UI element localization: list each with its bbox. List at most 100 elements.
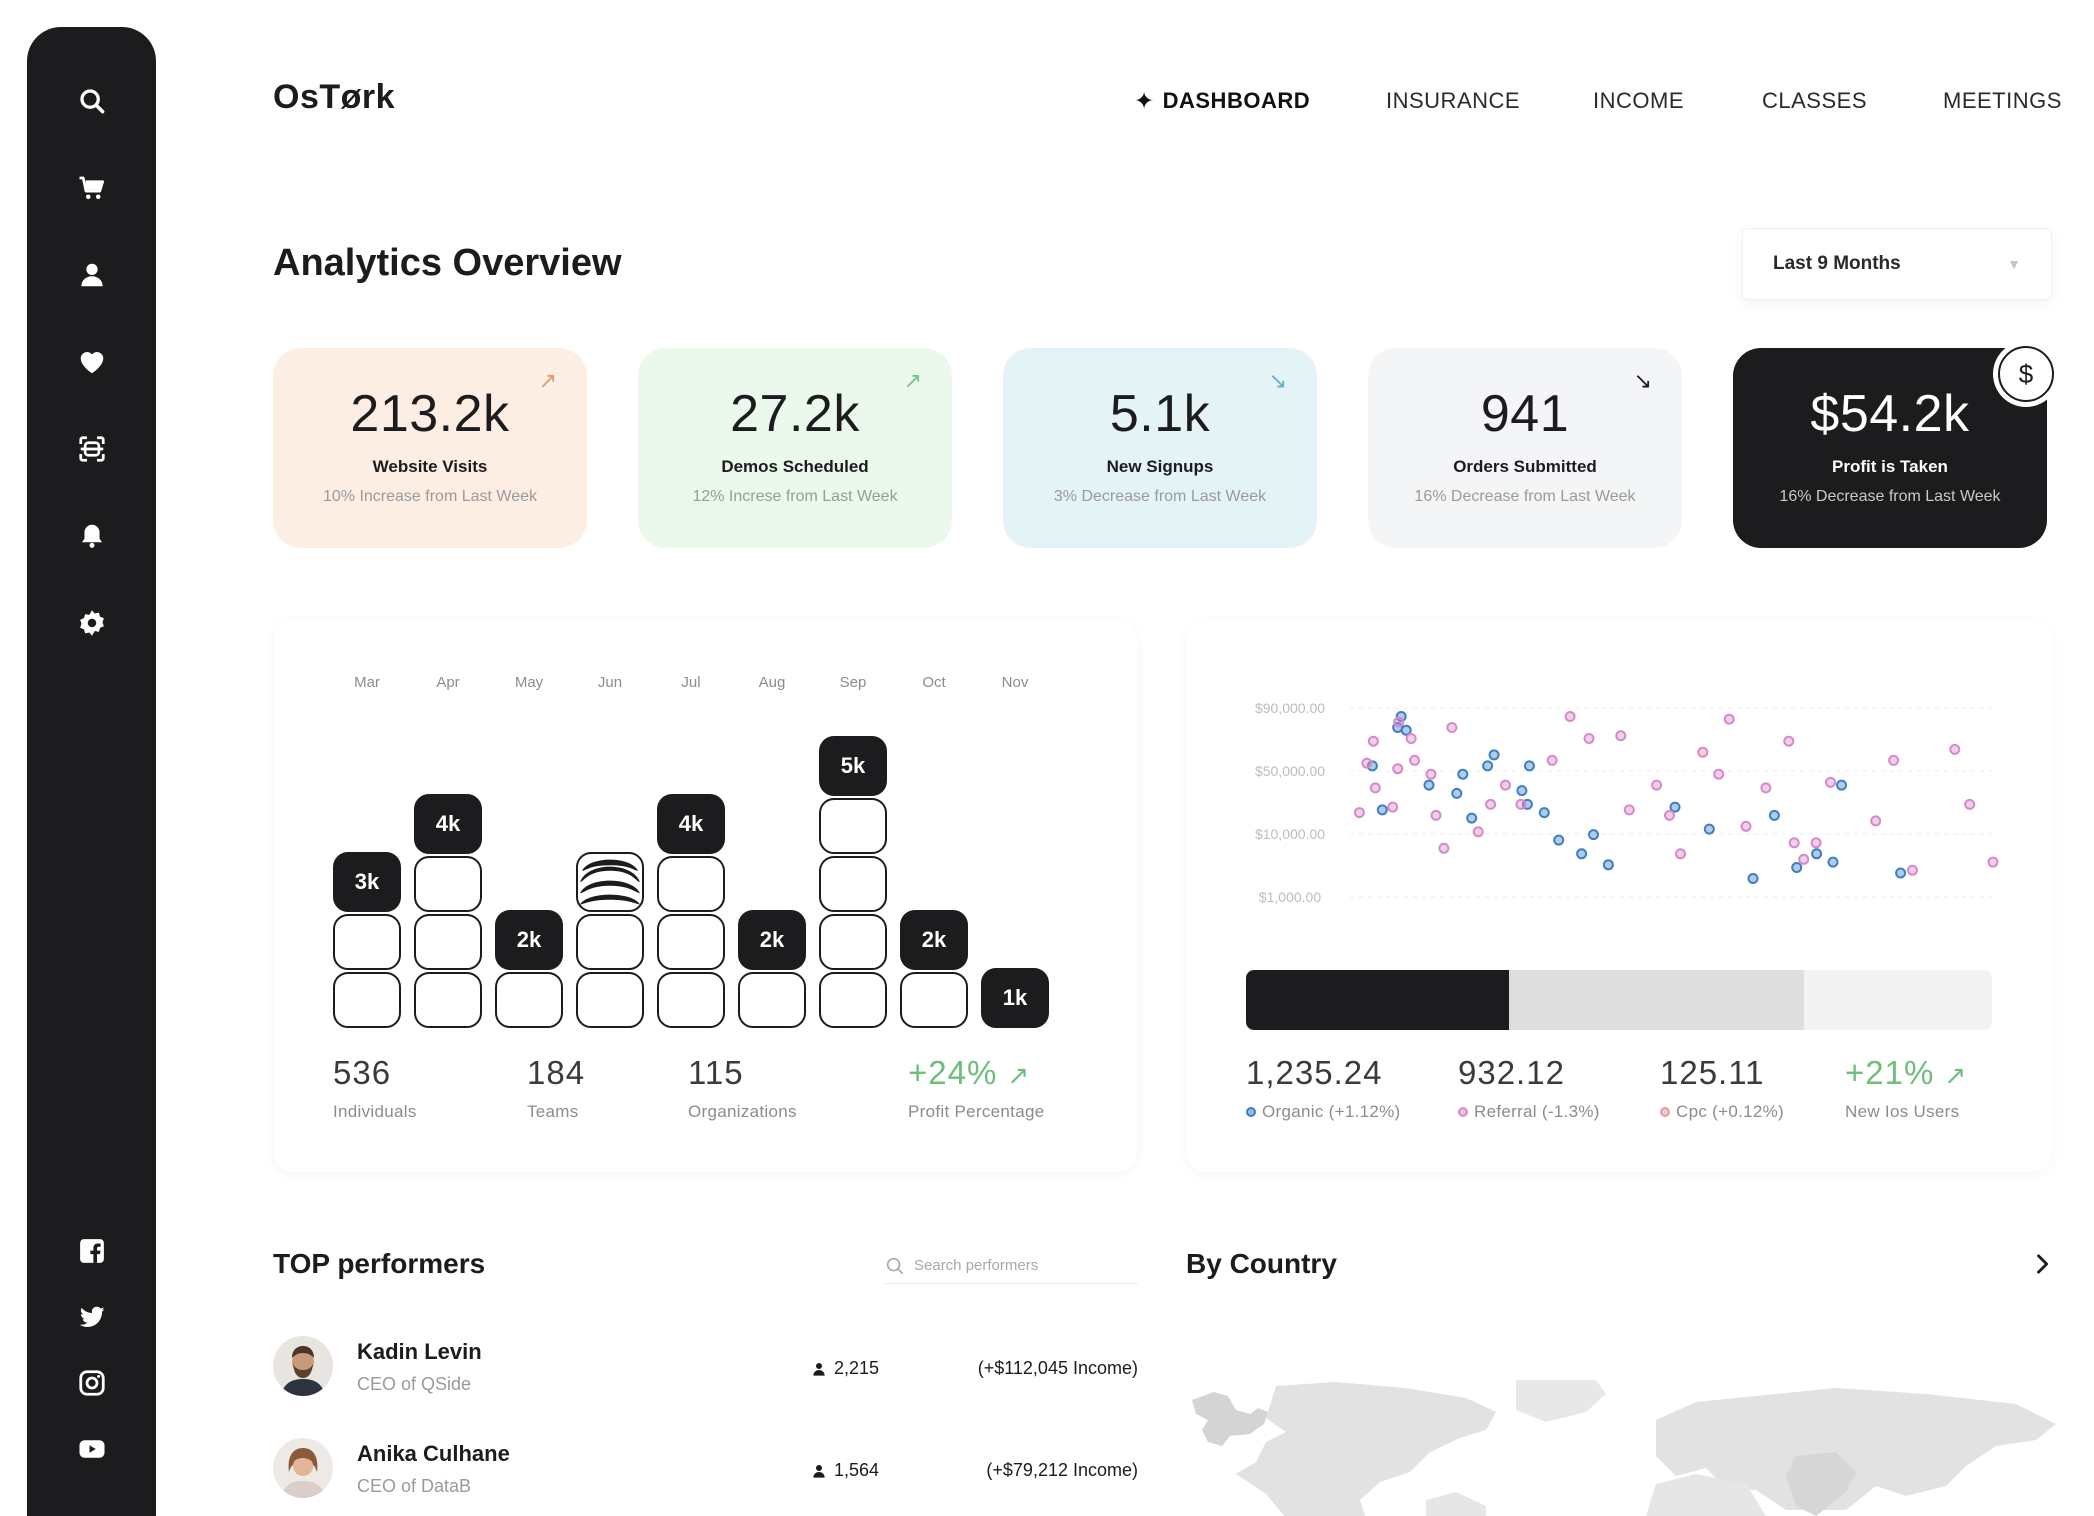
scatter-point[interactable] (1392, 763, 1404, 775)
bell-icon[interactable] (72, 516, 112, 556)
bar-value-label[interactable]: 2k (495, 910, 563, 970)
scatter-point[interactable] (1409, 754, 1421, 766)
scatter-point[interactable] (1425, 768, 1437, 780)
scatter-point[interactable] (1446, 722, 1458, 733)
scatter-point[interactable] (1723, 713, 1735, 725)
scatter-point[interactable] (1747, 873, 1759, 884)
cart-icon[interactable] (72, 168, 112, 208)
scatter-point[interactable] (1538, 807, 1550, 819)
stat-card[interactable]: 213.2k Website Visits 10% Increase from La… (273, 348, 587, 548)
bar-value-label[interactable]: 3k (333, 852, 401, 912)
scatter-point[interactable] (1836, 779, 1847, 791)
scatter-point[interactable] (1783, 735, 1795, 747)
instagram-icon[interactable] (72, 1363, 112, 1403)
scatter-point[interactable] (1768, 809, 1780, 821)
chevron-right-icon[interactable] (2028, 1250, 2056, 1278)
scatter-point[interactable] (1457, 768, 1469, 780)
scatter-point[interactable] (1546, 754, 1558, 766)
stat-card[interactable]: 27.2k Demos Scheduled 12% Increse from Las… (638, 348, 952, 548)
scatter-point[interactable] (1615, 730, 1627, 742)
performer-row[interactable]: Anika Culhane CEO of DataB 1,564 (+$79,2… (273, 1438, 1138, 1508)
scatter-point[interactable] (1387, 801, 1399, 813)
scatter-point[interactable] (1482, 760, 1494, 772)
scatter-point[interactable] (1791, 862, 1803, 873)
scatter-point[interactable] (1466, 812, 1478, 824)
scatter-point[interactable] (1376, 804, 1388, 816)
nav-classes[interactable]: CLASSES (1762, 86, 1867, 116)
scatter-point[interactable] (1353, 807, 1365, 819)
scatter-point[interactable] (1675, 848, 1686, 860)
facebook-icon[interactable] (72, 1231, 112, 1271)
nav-insurance[interactable]: INSURANCE (1386, 86, 1520, 116)
stat-card[interactable]: 941 Orders Submitted 16% Decrease from Las… (1368, 348, 1682, 548)
scatter-point[interactable] (1564, 711, 1576, 722)
scatter-point[interactable] (1602, 859, 1614, 871)
scatter-point[interactable] (1798, 853, 1810, 865)
performer-row[interactable]: Kadin Levin CEO of QSide 2,215 (+$112,04… (273, 1336, 1138, 1406)
heart-icon[interactable] (72, 342, 112, 382)
scatter-point[interactable] (1760, 782, 1772, 794)
dollar-icon[interactable]: $ (1998, 346, 2054, 402)
scatter-point[interactable] (1964, 798, 1976, 810)
youtube-icon[interactable] (72, 1429, 112, 1469)
nav-meetings[interactable]: MEETINGS (1943, 86, 2062, 116)
scatter-point[interactable] (1664, 809, 1675, 821)
scatter-point[interactable] (1523, 760, 1535, 772)
scatter-point[interactable] (1515, 798, 1527, 810)
bar-value-label[interactable]: 4k (657, 794, 725, 854)
scatter-point[interactable] (1393, 716, 1405, 728)
bar-value-label[interactable]: 2k (738, 910, 806, 970)
scatter-point[interactable] (1623, 804, 1635, 816)
nav-dashboard[interactable]: ✦ DASHBOARD (1134, 86, 1310, 116)
scatter-point[interactable] (1810, 837, 1822, 849)
scatter-point[interactable] (1438, 842, 1450, 854)
scatter-point[interactable] (1500, 779, 1511, 791)
scan-icon[interactable] (72, 429, 112, 469)
scatter-point[interactable] (1472, 826, 1484, 838)
scatter-point[interactable] (1405, 733, 1417, 744)
scatter-point[interactable] (1907, 864, 1918, 876)
scatter-point[interactable] (1825, 776, 1836, 788)
traffic-segment-cpc[interactable] (1804, 970, 1992, 1030)
scatter-point[interactable] (1588, 829, 1599, 841)
scatter-point[interactable] (1488, 749, 1500, 761)
scatter-point[interactable] (1713, 768, 1725, 780)
bar-value-label[interactable]: 5k (819, 736, 887, 796)
scatter-point[interactable] (1888, 754, 1900, 766)
scatter-point[interactable] (1651, 779, 1663, 791)
scatter-point[interactable] (1553, 834, 1565, 846)
traffic-segment-organic[interactable] (1246, 970, 1509, 1030)
scatter-point[interactable] (1703, 823, 1715, 835)
scatter-point[interactable] (1430, 809, 1442, 821)
stat-card[interactable]: 5.1k New Signups 3% Decrease from Last Wee… (1003, 348, 1317, 548)
scatter-point[interactable] (1870, 815, 1882, 827)
scatter-point[interactable] (1485, 798, 1497, 810)
scatter-point[interactable] (1423, 779, 1435, 791)
scatter-point[interactable] (1740, 820, 1752, 832)
scatter-point[interactable] (1669, 801, 1681, 813)
scatter-point[interactable] (1949, 743, 1961, 755)
bar-value-label[interactable]: 4k (414, 794, 482, 854)
scatter-point[interactable] (1367, 735, 1379, 747)
scatter-point[interactable] (1811, 848, 1823, 860)
twitter-icon[interactable] (72, 1297, 112, 1337)
scatter-point[interactable] (1369, 782, 1381, 794)
scatter-point[interactable] (1451, 787, 1463, 799)
user-icon[interactable] (72, 255, 112, 295)
bar-value-label[interactable]: 2k (900, 910, 968, 970)
scatter-point[interactable] (1361, 757, 1373, 769)
scatter-point[interactable] (1697, 746, 1709, 758)
gear-icon[interactable] (72, 603, 112, 643)
scatter-point[interactable] (1987, 856, 1999, 868)
scatter-point[interactable] (1827, 856, 1839, 868)
scatter-point[interactable] (1895, 867, 1907, 879)
bar-value-label[interactable]: 1k (981, 968, 1049, 1028)
traffic-segment-referral[interactable] (1508, 970, 1804, 1030)
performers-search[interactable]: Search performers (884, 1248, 1138, 1284)
bar-highlight-mark[interactable] (576, 852, 644, 912)
scatter-point[interactable] (1516, 785, 1528, 797)
search-icon[interactable] (72, 81, 112, 121)
app-logo[interactable]: OsTørk (273, 78, 395, 117)
scatter-point[interactable] (1788, 837, 1800, 849)
scatter-point[interactable] (1583, 733, 1595, 744)
